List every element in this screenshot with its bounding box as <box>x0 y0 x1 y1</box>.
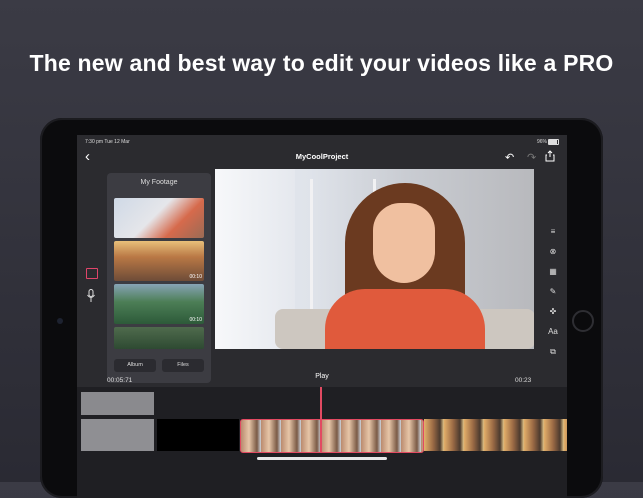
microphone-icon[interactable] <box>87 289 95 303</box>
headline: The new and best way to edit your videos… <box>29 50 614 76</box>
share-icon[interactable] <box>545 150 555 162</box>
video-preview[interactable] <box>215 169 534 349</box>
footage-thumb[interactable] <box>114 198 204 238</box>
footage-thumb[interactable] <box>114 327 204 349</box>
stickers-icon[interactable]: ✜ <box>547 307 559 317</box>
footage-thumb[interactable]: 00:10 <box>114 284 204 324</box>
timeline-clip[interactable] <box>157 419 239 451</box>
status-bar: 7:30 pm Tue 12 Mar 96% <box>77 135 567 147</box>
grid-icon[interactable]: ▦ <box>547 267 559 277</box>
project-title: MyCoolProject <box>295 152 349 161</box>
footage-title: My Footage <box>140 179 178 186</box>
overlay-icon[interactable]: ⧉ <box>547 347 559 357</box>
redo-button[interactable]: ↷ <box>527 151 536 164</box>
timeline-clip[interactable] <box>81 392 154 415</box>
filters-icon[interactable]: ⊗ <box>547 247 559 257</box>
footage-panel: My Footage 00:10 00:10 Album Files <box>107 173 211 383</box>
ipad-device: 7:30 pm Tue 12 Mar 96% ‹ MyCoolProject ↶… <box>40 118 603 498</box>
end-time: 00:23 <box>515 377 532 384</box>
timeline-clip[interactable] <box>424 419 567 451</box>
subject-shirt <box>325 289 485 349</box>
camera-dot <box>57 318 63 324</box>
film-icon[interactable] <box>86 268 98 279</box>
footage-thumb[interactable]: 00:10 <box>114 241 204 281</box>
subject-face <box>373 203 435 283</box>
battery-percent: 96% <box>536 139 547 145</box>
nav-bar: ‹ MyCoolProject ↶ ↷ <box>77 147 567 167</box>
timeline[interactable] <box>77 387 567 498</box>
home-indicator <box>257 457 387 460</box>
timeline-clip[interactable] <box>81 419 154 451</box>
status-time: 7:30 pm Tue 12 Mar <box>85 139 130 145</box>
battery-icon <box>548 139 559 145</box>
undo-button[interactable]: ↶ <box>505 151 514 164</box>
playhead[interactable] <box>320 387 322 452</box>
play-button[interactable]: Play <box>77 373 567 380</box>
magic-wand-icon[interactable]: ✎ <box>547 287 559 297</box>
files-button[interactable]: Files <box>162 359 204 372</box>
timeline-clip-selected[interactable] <box>240 419 424 453</box>
adjust-icon[interactable]: ≡ <box>547 227 559 237</box>
home-button <box>572 310 594 332</box>
app-screen: 7:30 pm Tue 12 Mar 96% ‹ MyCoolProject ↶… <box>77 135 567 498</box>
text-icon[interactable]: Aa <box>547 327 559 337</box>
album-button[interactable]: Album <box>114 359 156 372</box>
